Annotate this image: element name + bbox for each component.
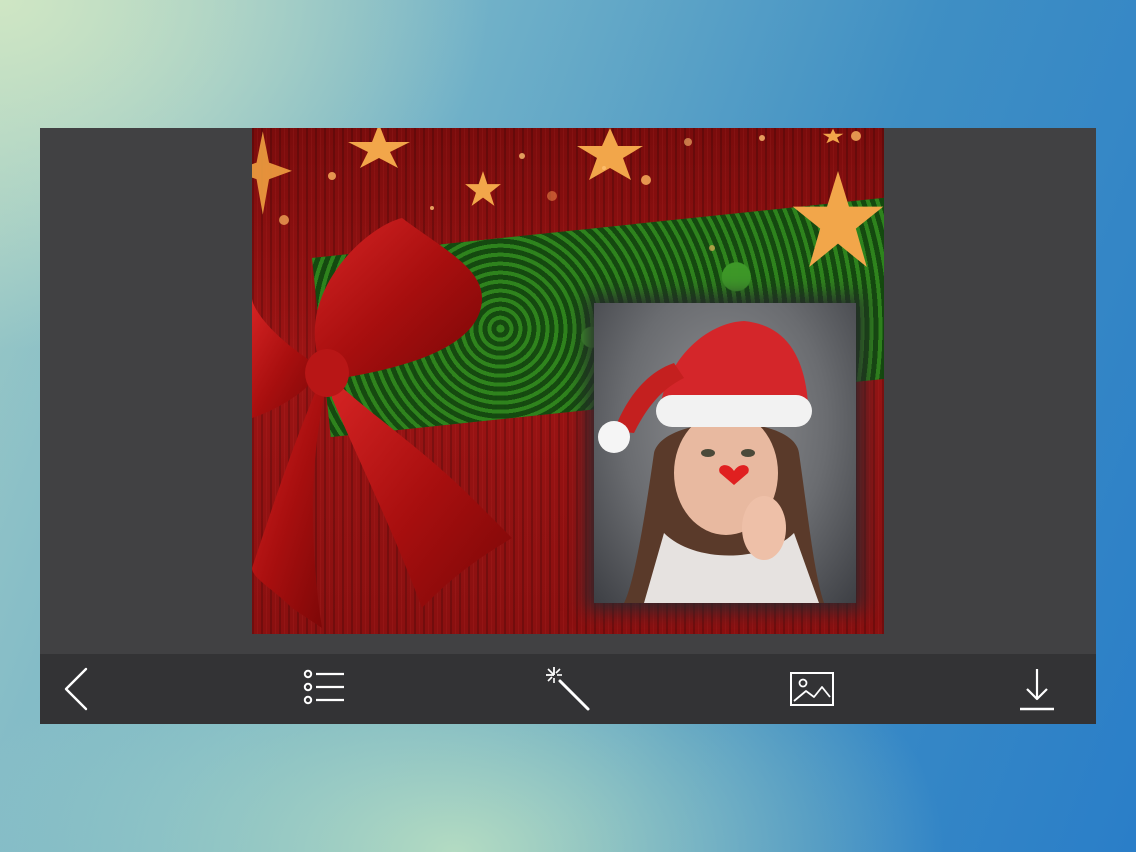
portrait-image <box>598 321 824 603</box>
magic-wand-icon <box>546 667 590 711</box>
back-button[interactable] <box>54 665 102 713</box>
effects-button[interactable] <box>544 665 592 713</box>
back-chevron-icon <box>64 667 88 711</box>
app-window <box>40 128 1096 724</box>
photo-frame-canvas <box>252 128 884 634</box>
bottom-toolbar <box>40 654 1096 724</box>
list-icon <box>303 669 344 705</box>
red-bow <box>252 218 512 628</box>
download-icon <box>1020 669 1054 711</box>
save-button[interactable] <box>1013 665 1061 713</box>
image-icon <box>790 672 834 706</box>
frames-list-button[interactable] <box>300 665 348 713</box>
user-photo[interactable] <box>594 303 856 603</box>
gallery-button[interactable] <box>788 665 836 713</box>
